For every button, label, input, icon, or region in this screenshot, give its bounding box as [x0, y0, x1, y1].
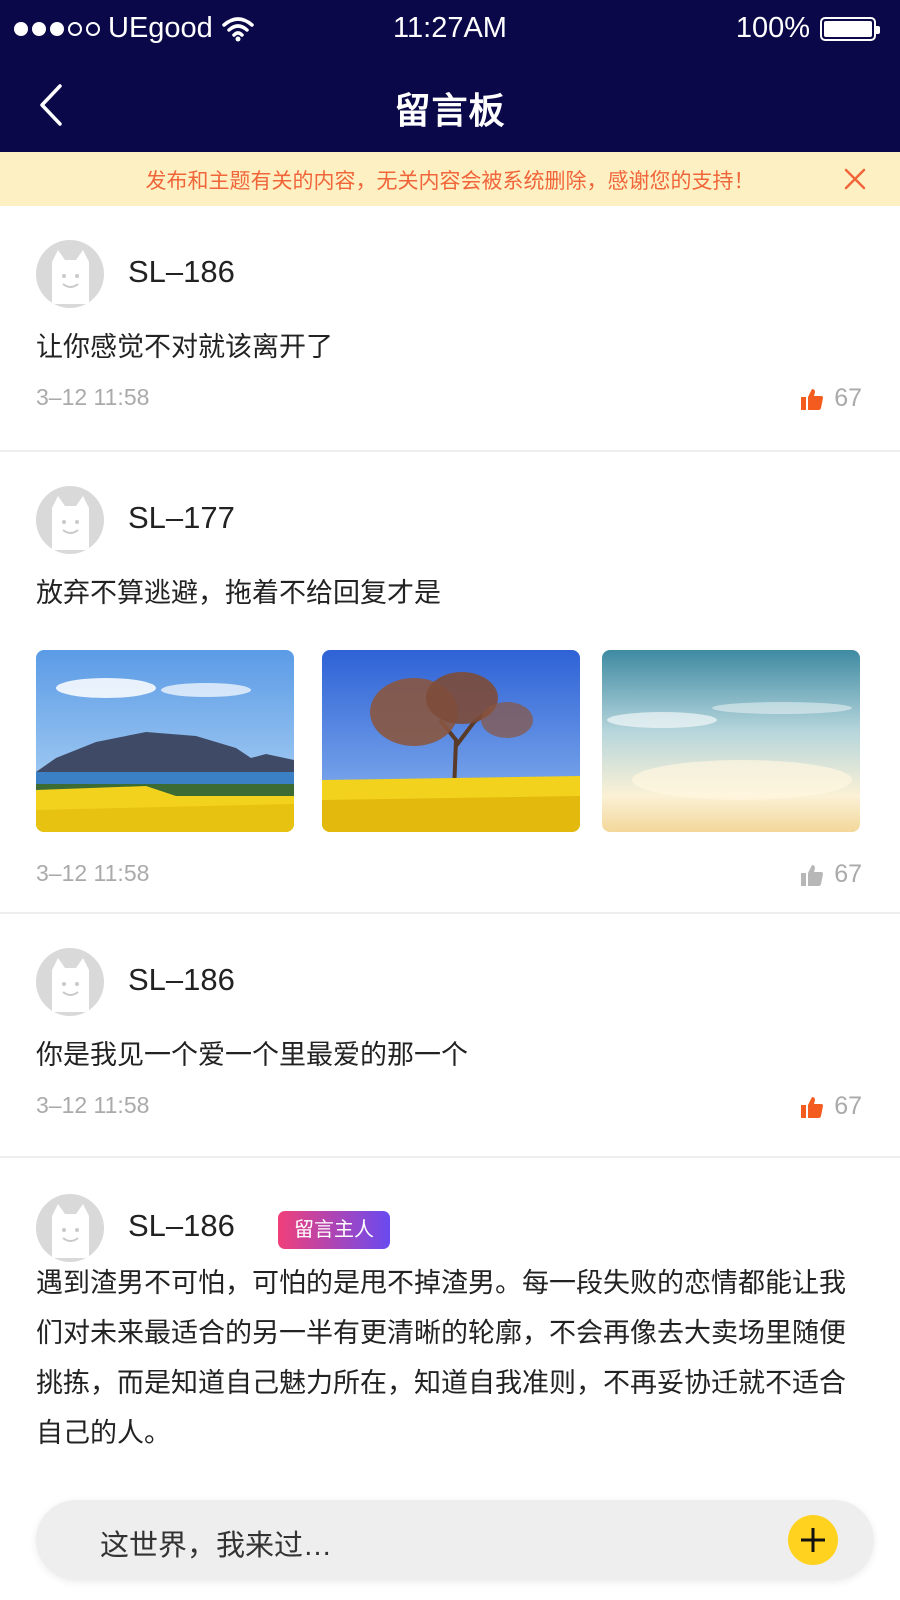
like-count: 67	[834, 1092, 862, 1120]
username[interactable]: SL–186	[128, 962, 235, 998]
cat-avatar-icon	[52, 496, 89, 550]
timestamp: 3–12 11:58	[36, 860, 150, 886]
battery-info: 100%	[735, 12, 880, 45]
close-icon[interactable]	[838, 162, 872, 196]
message-text: 让你感觉不对就该离开了	[36, 332, 333, 362]
top-bar: UEgood 11:27AM 100% 留言板	[0, 0, 900, 152]
timestamp: 3–12 11:58	[36, 384, 150, 410]
photo-grid	[36, 650, 866, 832]
landscape-photo	[602, 650, 860, 832]
status-bar: UEgood 11:27AM 100%	[0, 0, 900, 58]
message-input[interactable]: 这世界，我来过…	[100, 1522, 332, 1564]
page-title: 留言板	[394, 90, 506, 131]
photo-sky[interactable]	[602, 650, 860, 832]
notice-banner: 发布和主题有关的内容，无关内容会被系统删除，感谢您的支持！	[0, 152, 900, 206]
message-text: 遇到渣男不可怕，可怕的是甩不掉渣男。每一段失败的恋情都能让我们对未来最适合的另一…	[36, 1268, 846, 1448]
photo-island[interactable]	[36, 650, 294, 832]
avatar[interactable]	[36, 240, 104, 308]
landscape-photo	[36, 650, 294, 832]
owner-badge: 留言主人	[278, 1211, 390, 1249]
username[interactable]: SL–177	[128, 500, 235, 536]
photo-tree[interactable]	[322, 650, 580, 832]
message-item: SL–186 你是我见一个爱一个里最爱的那一个 3–12 11:58 67	[0, 914, 900, 1158]
cat-avatar-icon	[52, 250, 89, 304]
thumbs-up-icon	[801, 864, 824, 886]
like-button[interactable]: 67	[800, 384, 862, 413]
message-item: SL–186 让你感觉不对就该离开了 3–12 11:58 67	[0, 206, 900, 452]
like-count: 67	[834, 860, 862, 888]
cat-avatar-icon	[52, 958, 89, 1012]
landscape-photo	[322, 650, 580, 832]
add-message-button[interactable]	[788, 1515, 838, 1565]
avatar[interactable]	[36, 948, 104, 1016]
message-text: 你是我见一个爱一个里最爱的那一个	[36, 1040, 468, 1070]
like-button[interactable]: 67	[800, 1092, 862, 1121]
avatar[interactable]	[36, 486, 104, 554]
notice-text: 发布和主题有关的内容，无关内容会被系统删除，感谢您的支持！	[145, 170, 755, 193]
like-count: 67	[834, 384, 862, 412]
battery-icon	[820, 16, 880, 41]
thumbs-up-icon	[801, 388, 824, 410]
nav-bar: 留言板	[0, 62, 900, 152]
message-text: 放弃不算逃避，拖着不给回复才是	[36, 578, 441, 608]
username[interactable]: SL–186	[128, 1208, 235, 1244]
timestamp: 3–12 11:58	[36, 1092, 150, 1118]
username[interactable]: SL–186	[128, 254, 235, 290]
cat-avatar-icon	[52, 1204, 89, 1258]
battery-percent: 100%	[735, 12, 810, 44]
thumbs-up-icon	[801, 1096, 824, 1118]
avatar[interactable]	[36, 1194, 104, 1262]
message-input-bar[interactable]: 这世界，我来过…	[36, 1500, 874, 1580]
like-button[interactable]: 67	[800, 860, 862, 889]
